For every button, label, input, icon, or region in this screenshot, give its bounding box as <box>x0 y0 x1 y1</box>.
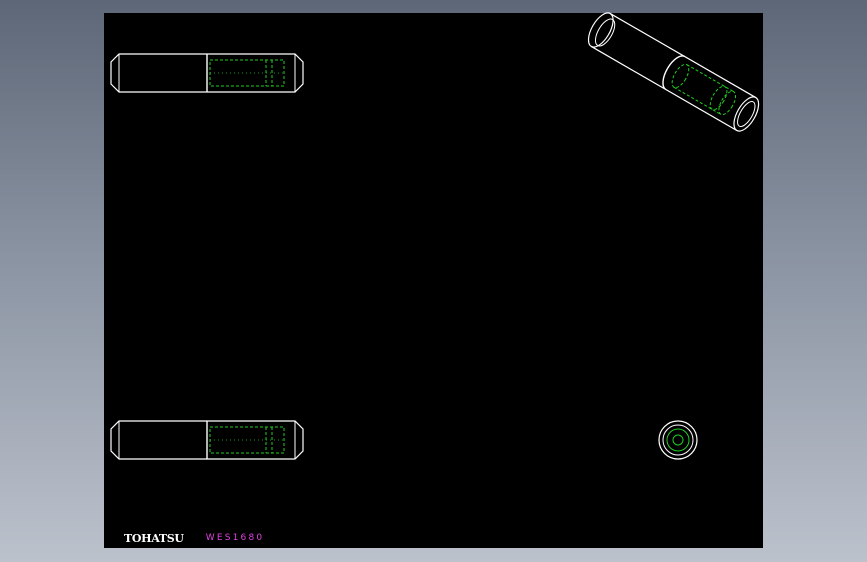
pin-iso-end-right-chamfer <box>737 101 756 127</box>
cad-drawing <box>110 9 763 460</box>
pin-end-outer <box>658 420 698 460</box>
pin-end-bore <box>666 428 690 452</box>
pin-side-view-bottom[interactable] <box>110 420 304 460</box>
pin-end-view[interactable] <box>658 420 698 460</box>
pin-iso-section-seam <box>662 55 686 91</box>
pin-iso-hidden-bore-start <box>671 63 690 89</box>
pin-iso-hidden-bottom <box>673 86 721 115</box>
brand-label: TOHATSU <box>124 531 184 545</box>
pin-side-view-top[interactable] <box>110 53 304 93</box>
pin-isometric-view[interactable] <box>583 9 763 135</box>
title-block: TOHATSU WES1680 <box>124 531 264 545</box>
pin-end-bore-inner <box>672 434 684 446</box>
drawing-code-label: WES1680 <box>205 533 265 543</box>
pin-iso-hidden-top <box>686 64 734 93</box>
